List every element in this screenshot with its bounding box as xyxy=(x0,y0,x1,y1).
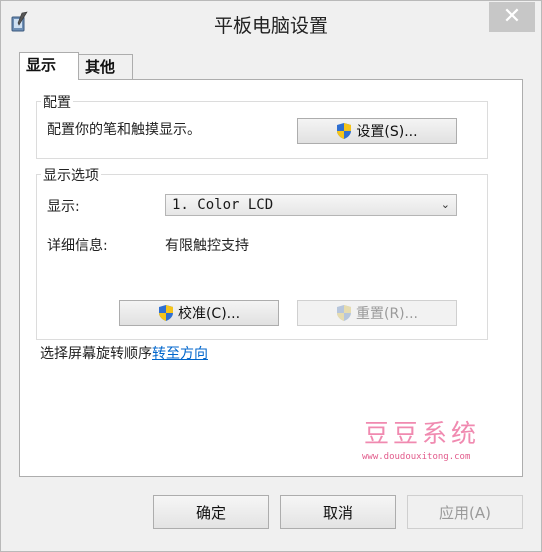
window-title: 平板电脑设置 xyxy=(213,15,328,37)
tablet-settings-dialog: 平板电脑设置 ✕ 显示 其他 配置 配置你的笔和触摸显示。 设置(S)... 显… xyxy=(0,0,542,552)
display-select[interactable]: 1. Color LCD ⌄ xyxy=(165,194,457,216)
calibrate-button-label: 校准(C)... xyxy=(177,306,241,322)
cancel-button[interactable]: 取消 xyxy=(280,495,396,529)
orientation-link[interactable]: 转至方向 xyxy=(152,346,208,362)
reset-button-label: 重置(R)... xyxy=(355,306,418,322)
rotation-row: 选择屏幕旋转顺序转至方向 xyxy=(40,343,208,363)
tab-display[interactable]: 显示 xyxy=(19,52,79,80)
title-bar: 平板电脑设置 ✕ xyxy=(1,1,541,43)
setup-button[interactable]: 设置(S)... xyxy=(297,118,457,144)
config-description: 配置你的笔和触摸显示。 xyxy=(47,122,201,138)
uac-shield-icon xyxy=(337,123,352,139)
uac-shield-icon-disabled xyxy=(336,305,351,321)
display-select-value: 1. Color LCD xyxy=(172,197,274,213)
uac-shield-icon xyxy=(158,305,173,321)
watermark-brand: 豆豆系统 xyxy=(364,419,481,448)
close-icon: ✕ xyxy=(502,4,522,29)
ok-button[interactable]: 确定 xyxy=(153,495,269,529)
display-options-title: 显示选项 xyxy=(41,165,101,185)
details-value: 有限触控支持 xyxy=(165,238,249,254)
close-button[interactable]: ✕ xyxy=(489,2,535,32)
tab-other[interactable]: 其他 xyxy=(78,54,133,80)
config-group-title: 配置 xyxy=(41,92,73,112)
rotation-text: 选择屏幕旋转顺序 xyxy=(40,346,152,362)
reset-button[interactable]: 重置(R)... xyxy=(297,300,457,326)
display-label: 显示: xyxy=(47,199,80,215)
watermark-url: www.doudouxitong.com xyxy=(362,452,471,462)
details-label: 详细信息: xyxy=(47,238,108,254)
setup-button-label: 设置(S)... xyxy=(356,124,418,140)
tab-panel-display: 配置 配置你的笔和触摸显示。 设置(S)... 显示选项 显示: 1. Colo… xyxy=(19,79,523,477)
apply-button[interactable]: 应用(A) xyxy=(407,495,523,529)
display-options-group: 显示选项 显示: 1. Color LCD ⌄ 详细信息: 有限触控支持 校准(… xyxy=(36,165,488,340)
config-group: 配置 配置你的笔和触摸显示。 设置(S)... xyxy=(36,92,488,159)
chevron-down-icon: ⌄ xyxy=(440,198,450,211)
calibrate-button[interactable]: 校准(C)... xyxy=(119,300,279,326)
